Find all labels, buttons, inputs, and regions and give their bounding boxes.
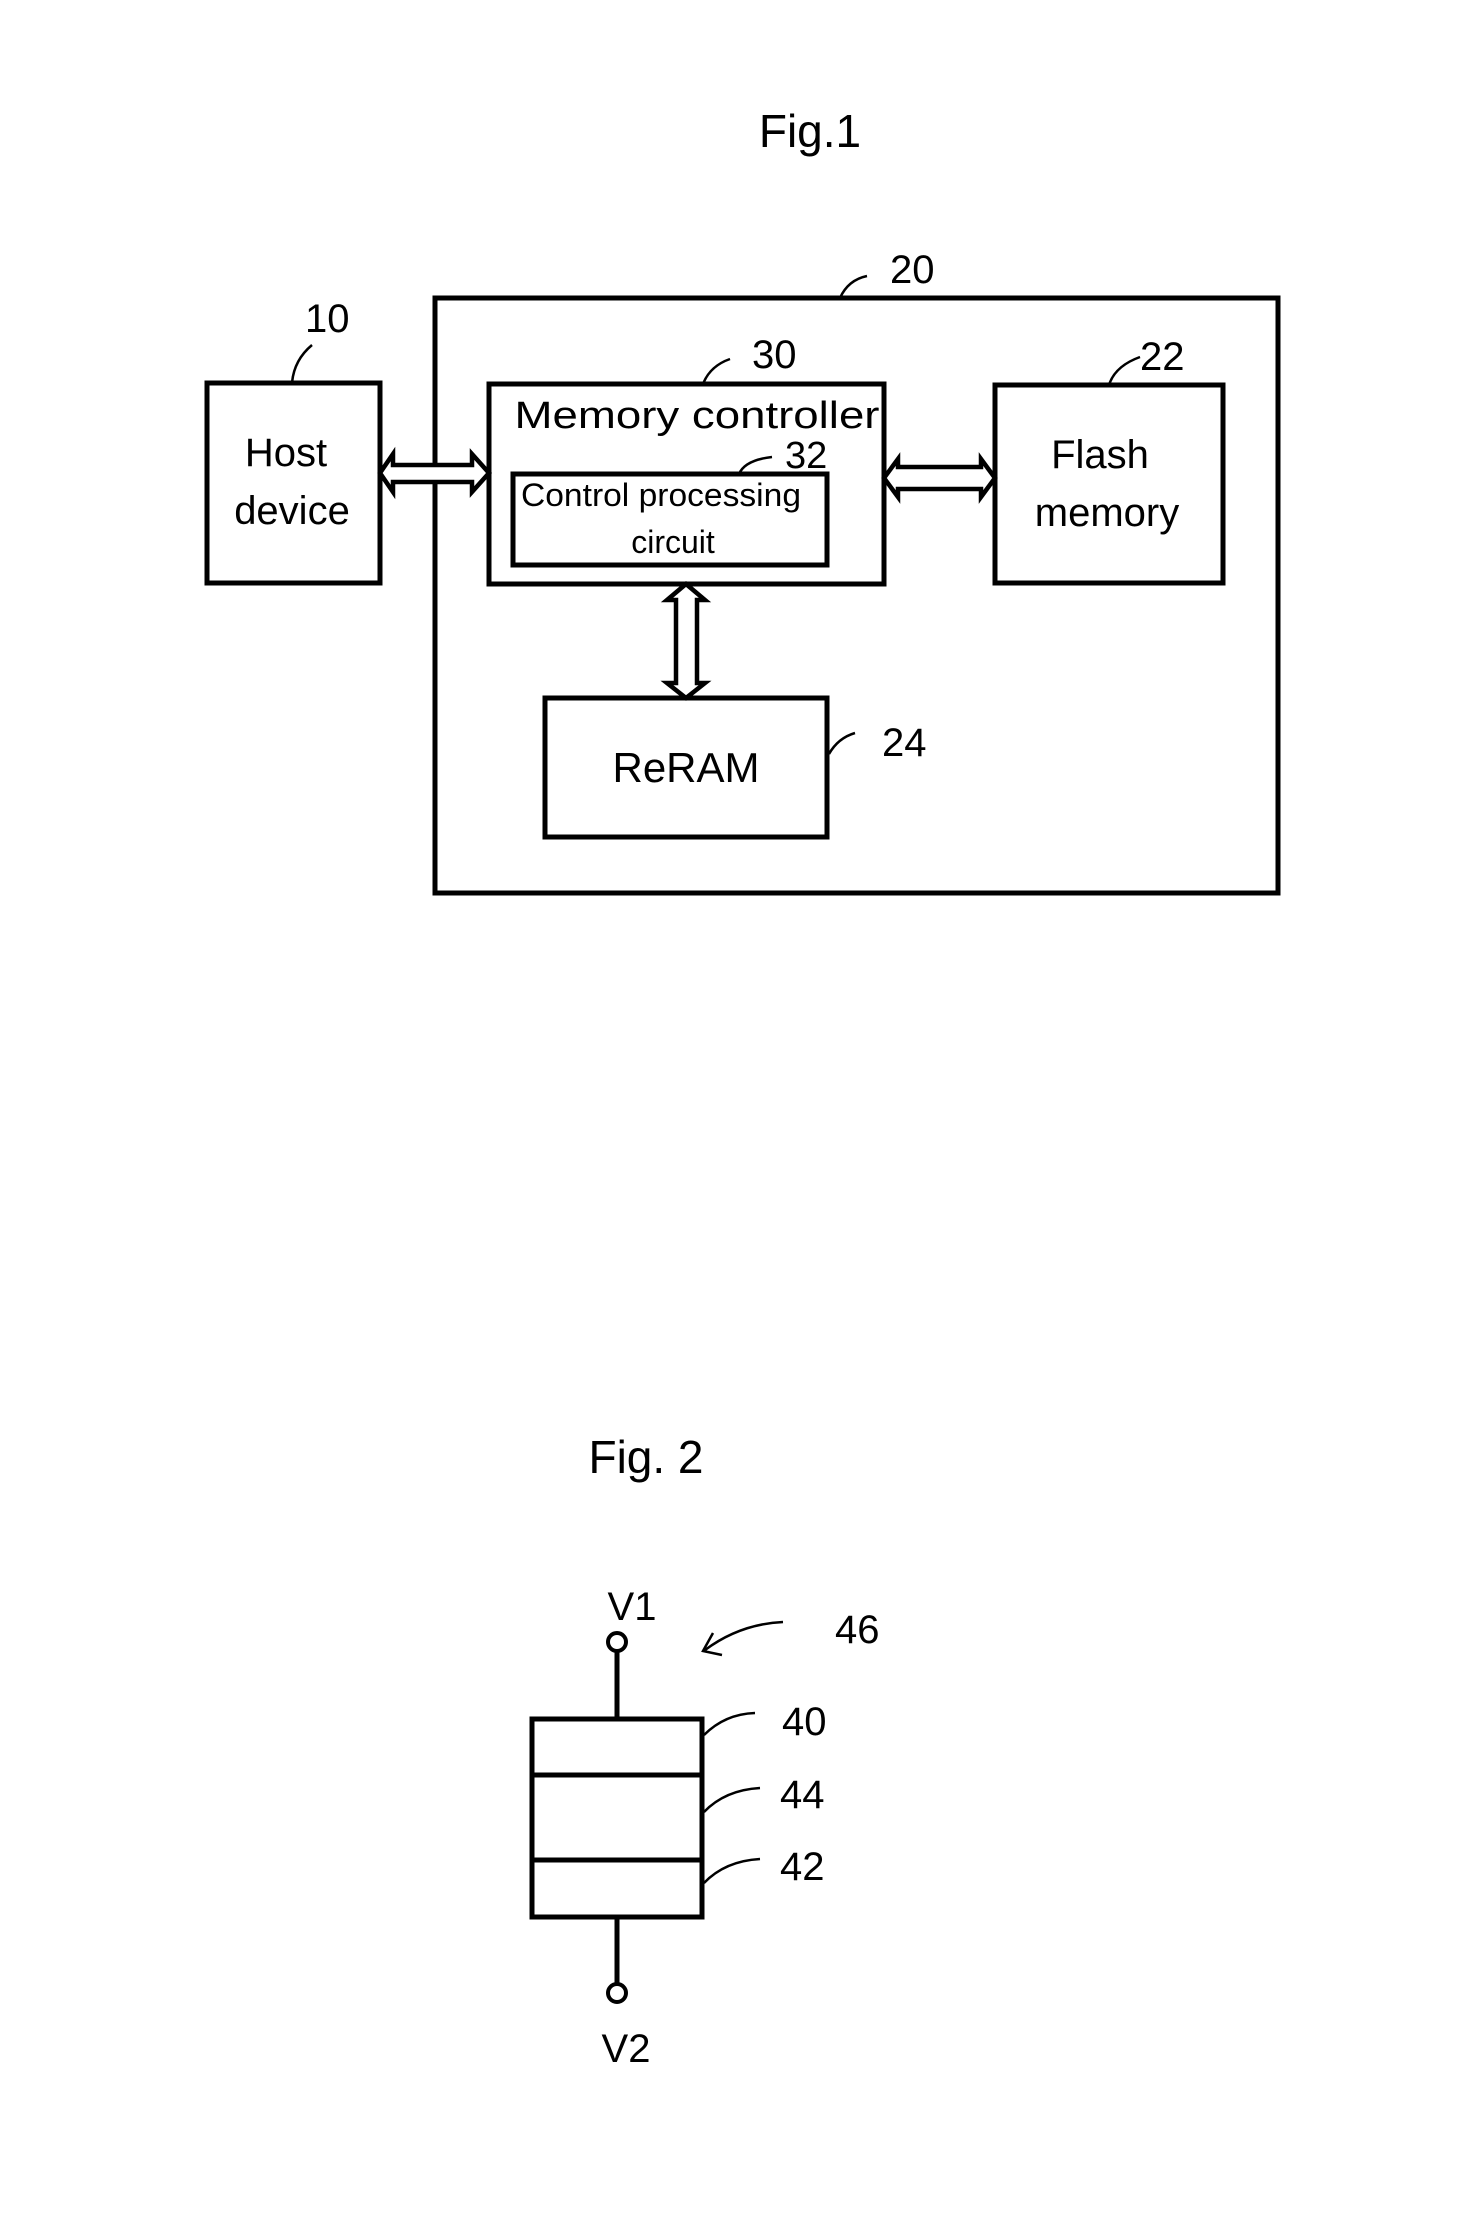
host-device-label-line1: Host xyxy=(245,431,327,475)
controller-reram-bus-arrow xyxy=(660,581,712,701)
layer-42-ref: 42 xyxy=(780,1845,825,1889)
flash-memory-box xyxy=(992,382,1226,586)
flash-memory-label-line2: memory xyxy=(1035,491,1179,535)
layer-44-ref: 44 xyxy=(780,1773,825,1817)
layer-42-leader xyxy=(703,1857,761,1884)
control-circuit-label-line1: Control processing xyxy=(521,477,801,513)
host-device-leader xyxy=(290,344,313,384)
controller-flash-bus-arrow xyxy=(881,452,998,504)
memory-controller-ref: 30 xyxy=(752,333,797,377)
figure-1-title: Fig.1 xyxy=(759,105,861,157)
memory-controller-label: Memory controller xyxy=(515,395,880,437)
flash-memory-ref: 22 xyxy=(1140,335,1185,379)
figure-2: Fig. 2 V1 V2 46 40 44 42 xyxy=(529,1431,880,2071)
layer-44-leader xyxy=(703,1786,761,1813)
layer-40-ref: 40 xyxy=(782,1700,827,1744)
flash-memory-label-line1: Flash xyxy=(1051,433,1149,477)
storage-device-ref: 20 xyxy=(890,248,935,292)
terminal-v1-label: V1 xyxy=(608,1585,657,1629)
host-device-box xyxy=(204,380,383,586)
resistive-element-stack xyxy=(529,1716,705,1920)
terminal-v2-node xyxy=(606,1982,628,2004)
terminal-v1-node xyxy=(606,1631,628,1653)
flash-memory-leader xyxy=(1107,355,1141,386)
memory-controller-leader xyxy=(701,357,731,385)
terminal-v2-label: V2 xyxy=(602,2027,651,2071)
patent-drawing: Fig.1 20 10 Host device 30 Memory contro… xyxy=(204,105,1281,2071)
control-circuit-label-line2: circuit xyxy=(631,524,715,560)
reram-leader xyxy=(827,731,856,755)
figure-1: Fig.1 20 10 Host device 30 Memory contro… xyxy=(204,105,1281,896)
reram-label: ReRAM xyxy=(612,744,759,791)
host-device-ref: 10 xyxy=(305,297,350,341)
storage-device-leader xyxy=(838,274,868,299)
host-device-label-line2: device xyxy=(234,489,350,533)
element-ref: 46 xyxy=(835,1608,880,1652)
figure-2-title: Fig. 2 xyxy=(588,1431,703,1483)
element-ref-arrow xyxy=(704,1620,784,1652)
layer-40-leader xyxy=(703,1711,756,1736)
control-circuit-ref: 32 xyxy=(785,435,827,477)
reram-ref: 24 xyxy=(882,721,927,765)
